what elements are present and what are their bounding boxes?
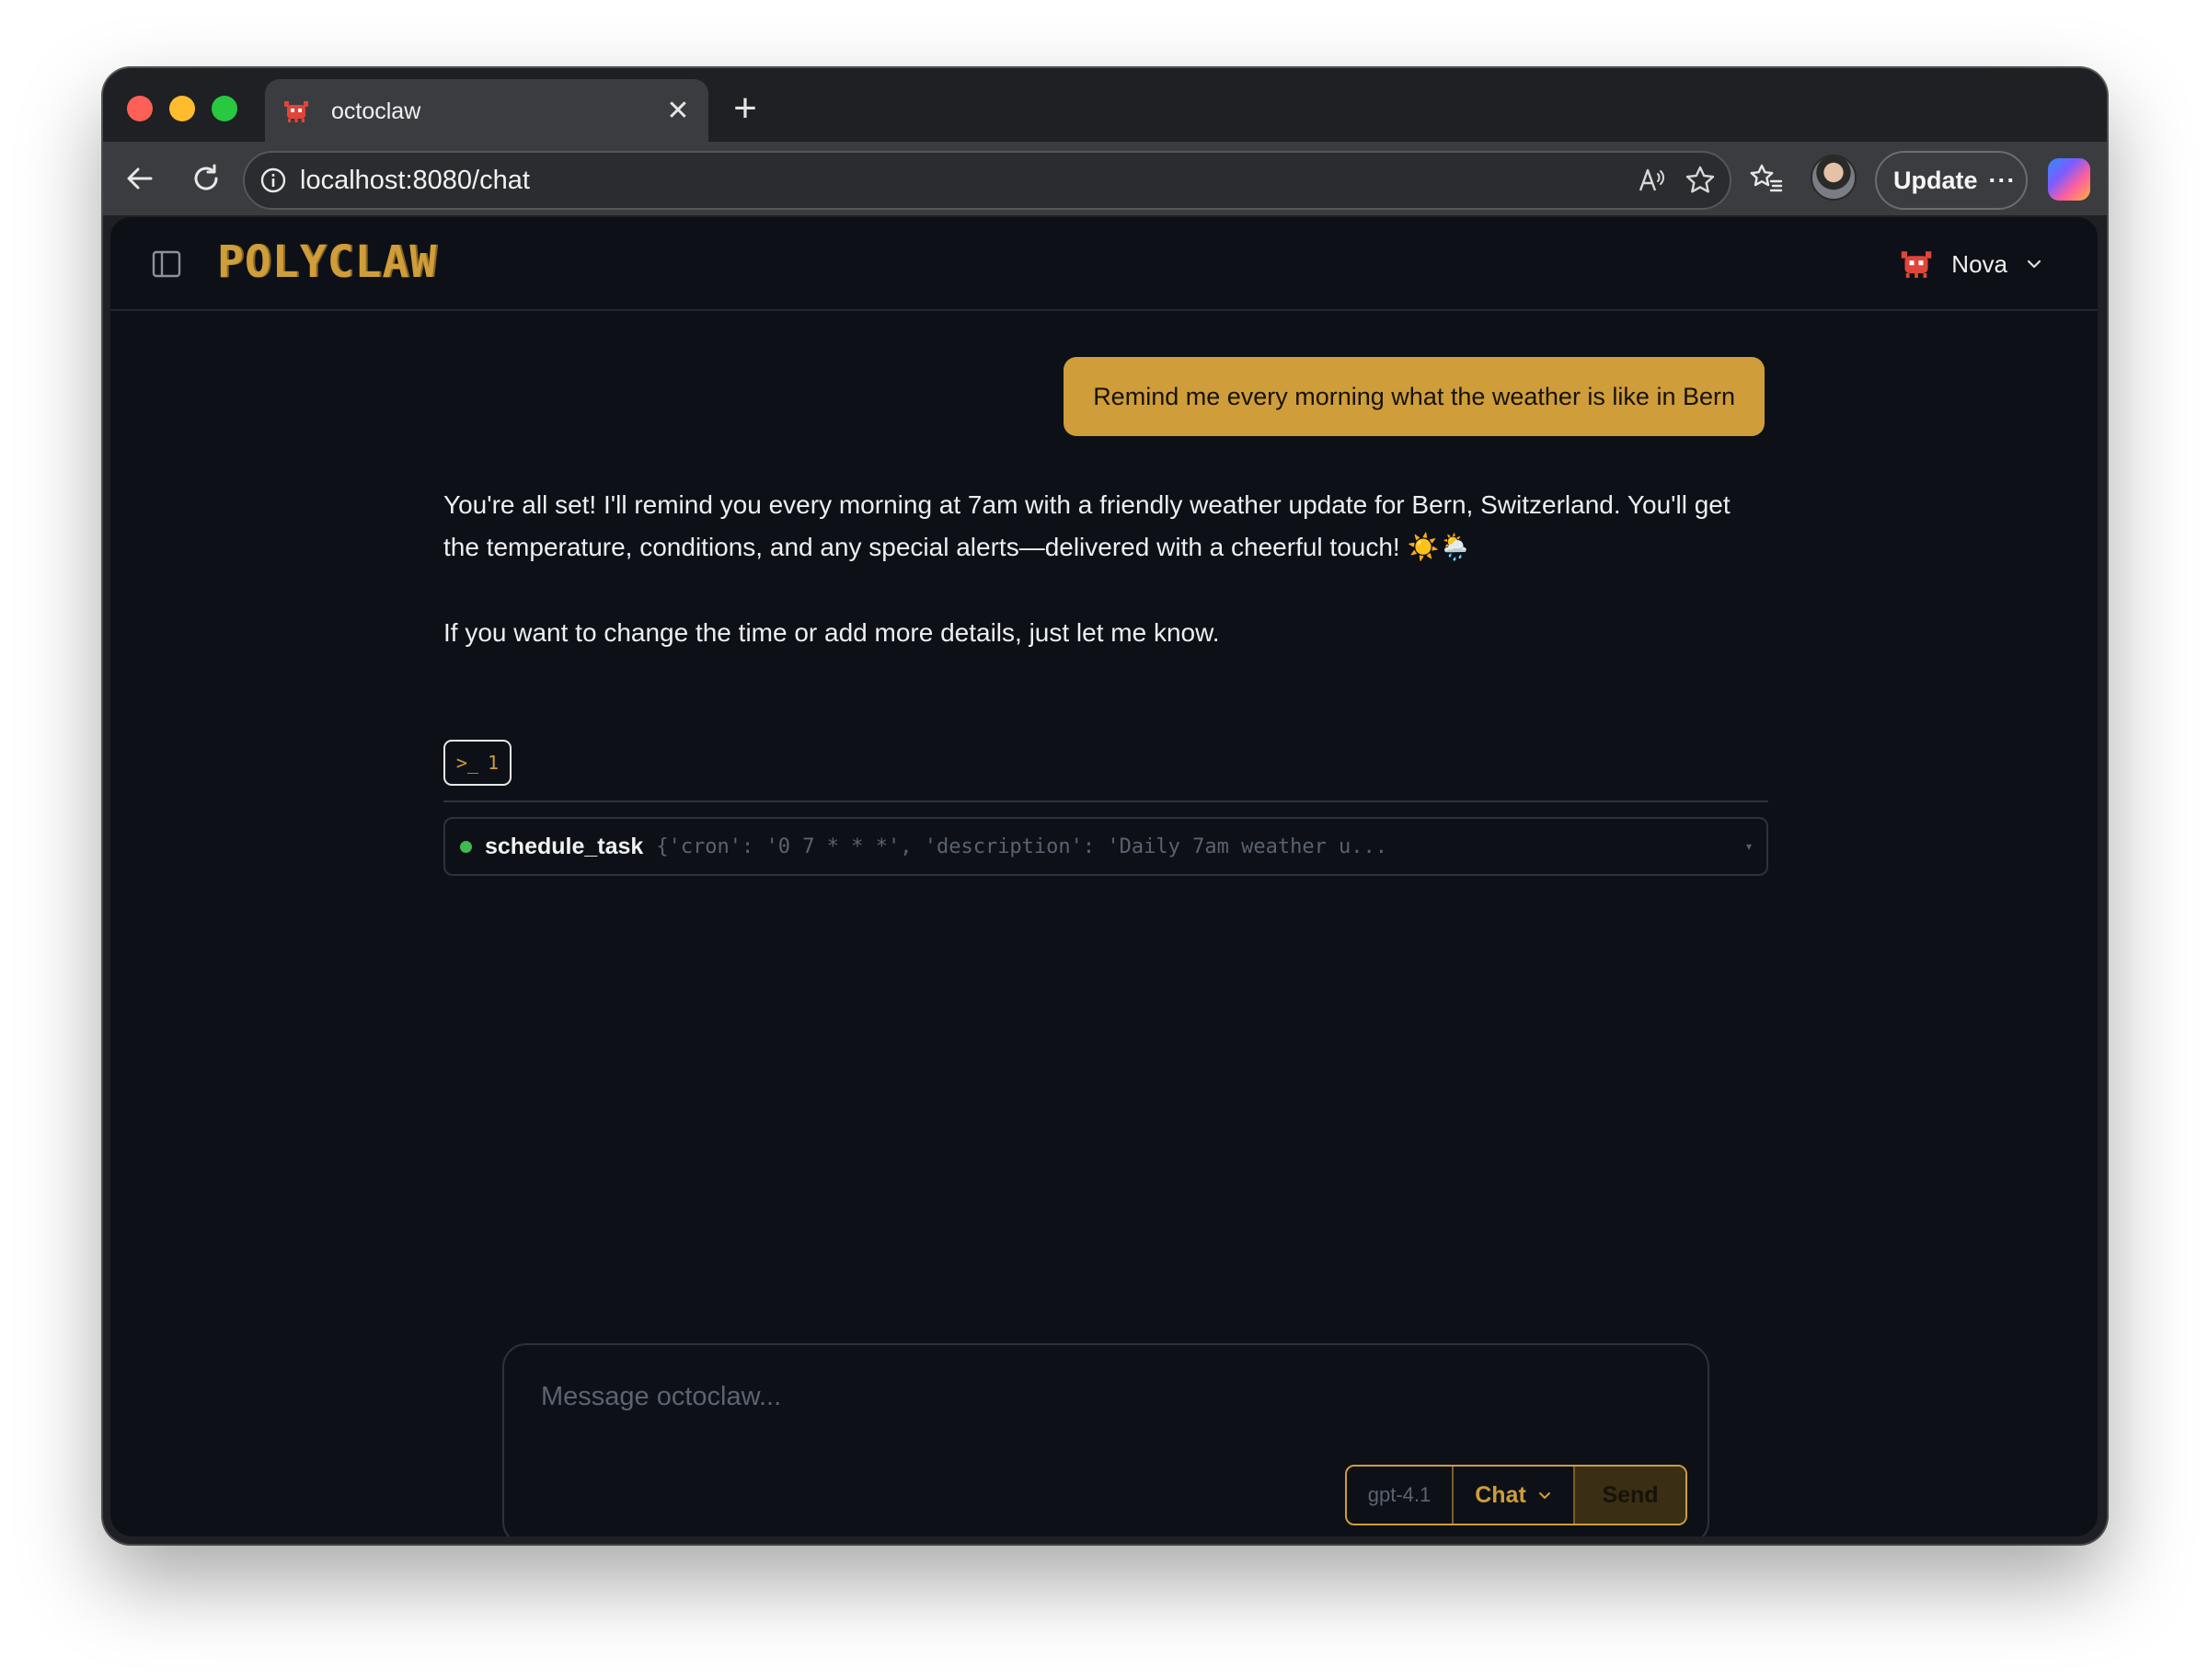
app-logo[interactable]: POLYCLAW [217,239,437,285]
minimize-window-button[interactable] [169,96,195,121]
back-arrow-icon[interactable] [121,160,158,197]
sidebar-toggle-icon[interactable] [151,248,182,280]
app-header: POLYCLAW Nova [110,217,2098,311]
tool-name: schedule_task [485,833,644,859]
tab-title: octoclaw [331,98,421,124]
chevron-down-icon [2027,259,2041,269]
browser-window: octoclaw ✕ + localhost:8080/chat Update … [103,68,2107,1544]
close-icon[interactable]: ✕ [664,98,692,125]
model-label: gpt-4.1 [1347,1467,1454,1524]
chevron-down-icon [1538,1492,1550,1499]
zoom-window-button[interactable] [212,96,237,121]
address-bar[interactable]: localhost:8080/chat [243,151,1731,210]
new-tab-plus-icon[interactable]: + [725,88,765,129]
terminal-icon: >_ [455,752,479,774]
assistant-message: You're all set! I'll remind you every mo… [443,484,1768,654]
update-button[interactable]: Update ··· [1875,151,2028,210]
reload-icon[interactable] [188,160,224,197]
browser-toolbar: localhost:8080/chat Update ··· [103,142,2107,215]
browser-tab[interactable]: octoclaw ✕ [265,79,708,144]
more-icon[interactable]: ··· [1989,167,2017,195]
agent-name: Nova [1951,249,2007,278]
read-aloud-icon[interactable] [1636,165,1667,196]
star-icon[interactable] [1684,164,1717,197]
user-message-text: Remind me every morning what the weather… [1093,382,1735,410]
composer-controls: gpt-4.1 Chat Send [1345,1465,1687,1525]
divider [443,800,1768,802]
assistant-paragraph: You're all set! I'll remind you every mo… [443,490,1731,561]
agent-avatar-icon [1902,251,1932,278]
tab-strip: octoclaw ✕ + [103,68,2107,144]
favorites-icon[interactable] [1748,160,1785,197]
tool-args-preview: {'cron': '0 7 * * *', 'description': 'Da… [656,834,1388,858]
mode-selector[interactable]: Chat [1454,1467,1575,1524]
mode-label: Chat [1475,1481,1526,1508]
page-viewport: POLYCLAW Nova Remind me every morning wh… [110,217,2098,1536]
tool-call-row[interactable]: schedule_task {'cron': '0 7 * * *', 'des… [443,817,1768,876]
status-dot-icon [460,840,472,853]
url-text[interactable]: localhost:8080/chat [300,166,1636,196]
site-info-icon[interactable] [259,167,287,194]
assistant-paragraph: If you want to change the time or add mo… [443,618,1220,647]
octoclaw-favicon-icon [284,101,308,122]
user-message-bubble: Remind me every morning what the weather… [1064,357,1765,436]
agent-selector[interactable]: Nova [1898,243,2044,285]
update-label: Update [1893,166,1978,194]
message-input[interactable] [541,1376,1645,1417]
tool-call-count: 1 [488,752,500,774]
message-composer: gpt-4.1 Chat Send [502,1343,1709,1536]
tool-calls-toggle[interactable]: >_ 1 [443,740,512,786]
close-window-button[interactable] [127,96,153,121]
copilot-icon[interactable] [2048,158,2090,201]
expand-caret-icon[interactable]: ▾ [1746,840,1752,853]
profile-avatar[interactable] [1811,155,1857,201]
send-button[interactable]: Send [1575,1467,1685,1524]
